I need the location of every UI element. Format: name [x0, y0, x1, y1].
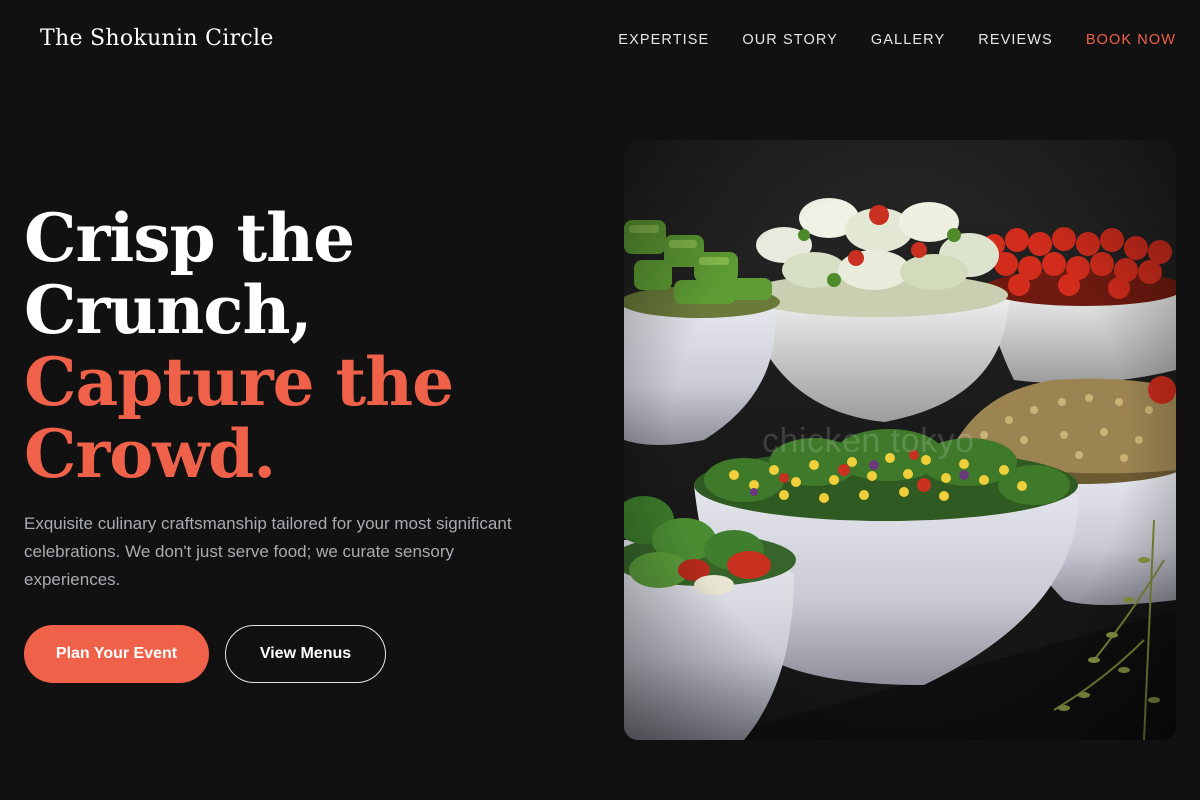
- hero-title: Crisp the Crunch, Capture the Crowd.: [24, 202, 584, 490]
- hero-food-image: chicken tokyo: [624, 140, 1176, 740]
- hero-title-line: Crunch,: [24, 271, 312, 349]
- image-watermark: chicken tokyo: [762, 422, 975, 460]
- brand-logo[interactable]: The Shokunin Circle: [40, 26, 274, 51]
- nav-item-gallery: GALLERY: [871, 31, 945, 49]
- nav-item-expertise: EXPERTISE: [618, 31, 709, 49]
- hero-description: Exquisite culinary craftsmanship tailore…: [24, 514, 512, 589]
- hero-title-accent-line: Crowd.: [24, 415, 276, 493]
- nav-link-gallery[interactable]: GALLERY: [871, 32, 945, 48]
- main-nav: EXPERTISE OUR STORY GALLERY REVIEWS BOOK…: [618, 31, 1176, 49]
- hero-title-accent-line: Capture the: [24, 343, 454, 421]
- plan-event-button[interactable]: Plan Your Event: [24, 625, 209, 683]
- nav-link-expertise[interactable]: EXPERTISE: [618, 32, 709, 48]
- nav-item-reviews: REVIEWS: [978, 31, 1053, 49]
- nav-link-book-now[interactable]: BOOK NOW: [1086, 32, 1176, 48]
- nav-link-reviews[interactable]: REVIEWS: [978, 32, 1053, 48]
- nav-item-book-now: BOOK NOW: [1086, 31, 1176, 49]
- site-header: The Shokunin Circle EXPERTISE OUR STORY …: [0, 0, 1200, 80]
- hero-title-line: Crisp the: [24, 199, 355, 277]
- nav-link-our-story[interactable]: OUR STORY: [742, 32, 838, 48]
- view-menus-button[interactable]: View Menus: [225, 625, 386, 683]
- nav-item-our-story: OUR STORY: [742, 31, 838, 49]
